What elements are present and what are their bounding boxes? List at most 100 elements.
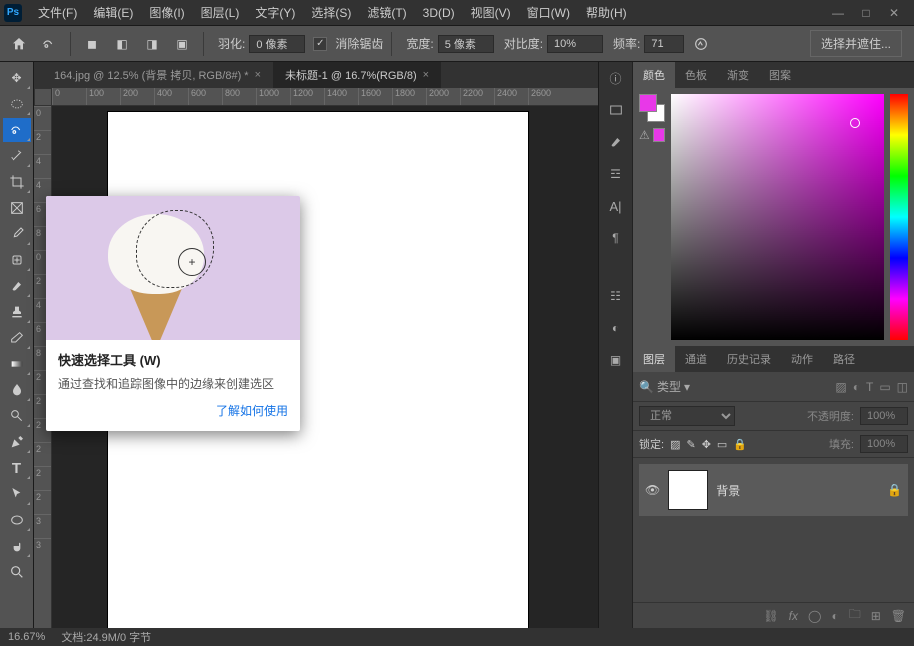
minimize-button[interactable]: —	[830, 5, 846, 21]
quick-select-tool[interactable]	[3, 118, 31, 142]
tooltip-learn-link[interactable]: 了解如何使用	[58, 402, 288, 419]
document-tab[interactable]: 164.jpg @ 12.5% (背景 拷贝, RGB/8#) *×	[42, 62, 273, 88]
menu-图像[interactable]: 图像(I)	[141, 2, 192, 24]
filter-shape-icon[interactable]: ▭	[879, 380, 890, 394]
dodge-tool[interactable]	[3, 404, 31, 428]
fx-icon[interactable]: fx	[789, 609, 798, 623]
menu-文字[interactable]: 文字(Y)	[247, 2, 303, 24]
libraries-panel-icon[interactable]	[606, 100, 626, 120]
magic-wand-tool[interactable]	[3, 144, 31, 168]
blend-mode-select[interactable]: 正常	[639, 406, 735, 426]
eraser-tool[interactable]	[3, 326, 31, 350]
select-and-mask-button[interactable]: 选择并遮住...	[810, 30, 902, 57]
tab-close-icon[interactable]: ×	[255, 69, 261, 81]
pen-pressure-icon[interactable]	[688, 31, 714, 57]
hand-tool[interactable]	[3, 534, 31, 558]
menu-选择[interactable]: 选择(S)	[303, 2, 359, 24]
opacity-input[interactable]	[860, 407, 908, 425]
contrast-input[interactable]	[547, 35, 603, 53]
horizontal-ruler[interactable]: 0100200400600800100012001400160018002000…	[52, 88, 598, 106]
lock-all-icon[interactable]: 🔒	[733, 438, 747, 451]
layer-row[interactable]: 👁 背景 🔒	[639, 464, 908, 516]
antialias-checkbox[interactable]	[313, 37, 327, 51]
close-button[interactable]: ✕	[886, 5, 902, 21]
hue-slider[interactable]	[890, 94, 908, 340]
styles-panel-icon[interactable]: ◐	[606, 318, 626, 338]
heal-tool[interactable]	[3, 248, 31, 272]
filter-adjust-icon[interactable]: ◐	[853, 380, 860, 394]
panel-tab-通道[interactable]: 通道	[675, 346, 717, 372]
fg-bg-swatch[interactable]	[639, 94, 665, 122]
zoom-tool[interactable]	[3, 560, 31, 584]
menu-视图[interactable]: 视图(V)	[463, 2, 519, 24]
gamut-warning-icon[interactable]: ⚠	[639, 128, 650, 142]
doc-info[interactable]: 文档:24.9M/0 字节	[61, 629, 151, 645]
panel-tab-图案[interactable]: 图案	[759, 62, 801, 88]
lock-pixels-icon[interactable]: ✎	[686, 438, 695, 451]
paragraph-panel-icon[interactable]: ¶	[606, 228, 626, 248]
delete-layer-icon[interactable]: 🗑	[891, 609, 906, 623]
stamp-tool[interactable]	[3, 300, 31, 324]
new-selection-icon[interactable]: ◼	[79, 31, 105, 57]
panel-tab-动作[interactable]: 动作	[781, 346, 823, 372]
mask-icon[interactable]: ◯	[808, 609, 821, 623]
blur-tool[interactable]	[3, 378, 31, 402]
freq-input[interactable]	[644, 35, 684, 53]
character-panel-icon[interactable]: A|	[606, 196, 626, 216]
home-button[interactable]	[6, 31, 32, 57]
panel-tab-渐变[interactable]: 渐变	[717, 62, 759, 88]
layer-filter[interactable]: 🔍 类型 ▾	[639, 378, 729, 395]
panel-tab-颜色[interactable]: 颜色	[633, 62, 675, 88]
filter-pixel-icon[interactable]: ▨	[835, 380, 846, 394]
panel-tab-色板[interactable]: 色板	[675, 62, 717, 88]
maximize-button[interactable]: □	[858, 5, 874, 21]
type-tool[interactable]: T	[3, 456, 31, 480]
pen-tool[interactable]	[3, 430, 31, 454]
visibility-toggle[interactable]: 👁	[645, 483, 660, 497]
panel-tab-图层[interactable]: 图层	[633, 346, 675, 372]
new-layer-icon[interactable]: ⊞	[871, 609, 881, 623]
shape-tool[interactable]	[3, 508, 31, 532]
lock-artboard-icon[interactable]: ▭	[717, 438, 727, 451]
move-tool[interactable]: ✥	[3, 66, 31, 90]
marquee-tool[interactable]	[3, 92, 31, 116]
adjustment-layer-icon[interactable]: ◐	[831, 609, 838, 623]
document-tab[interactable]: 未标题-1 @ 16.7%(RGB/8)×	[273, 62, 441, 88]
lock-position-icon[interactable]: ✥	[702, 438, 711, 451]
group-icon[interactable]: 🗀	[849, 605, 861, 626]
add-selection-icon[interactable]: ◧	[109, 31, 135, 57]
link-layers-icon[interactable]: ⛓	[763, 609, 778, 623]
layer-thumbnail[interactable]	[668, 470, 708, 510]
crop-tool[interactable]	[3, 170, 31, 194]
filter-type-icon[interactable]: T	[866, 380, 873, 394]
fill-input[interactable]	[860, 435, 908, 453]
tab-close-icon[interactable]: ×	[423, 69, 429, 81]
menu-窗口[interactable]: 窗口(W)	[519, 2, 578, 24]
width-input[interactable]	[438, 35, 494, 53]
gradient-tool[interactable]	[3, 352, 31, 376]
menu-3D[interactable]: 3D(D)	[415, 2, 463, 24]
color-picker[interactable]	[671, 94, 884, 340]
menu-编辑[interactable]: 编辑(E)	[85, 2, 141, 24]
adjustments-panel-icon[interactable]: ☲	[606, 164, 626, 184]
brush-tool[interactable]	[3, 274, 31, 298]
zoom-readout[interactable]: 16.67%	[8, 631, 45, 643]
menu-滤镜[interactable]: 滤镜(T)	[359, 2, 414, 24]
path-select-tool[interactable]	[3, 482, 31, 506]
subtract-selection-icon[interactable]: ◨	[139, 31, 165, 57]
filter-smart-icon[interactable]: ◫	[897, 380, 908, 394]
menu-图层[interactable]: 图层(L)	[193, 2, 248, 24]
learn-panel-icon[interactable]: ⓘ	[606, 68, 626, 88]
feather-input[interactable]	[249, 35, 305, 53]
menu-文件[interactable]: 文件(F)	[30, 2, 85, 24]
layer-name[interactable]: 背景	[716, 482, 740, 499]
frame-tool[interactable]	[3, 196, 31, 220]
menu-帮助[interactable]: 帮助(H)	[578, 2, 635, 24]
panel-tab-历史记录[interactable]: 历史记录	[717, 346, 781, 372]
brushes-panel-icon[interactable]	[606, 132, 626, 152]
eyedropper-tool[interactable]	[3, 222, 31, 246]
panel-tab-路径[interactable]: 路径	[823, 346, 865, 372]
intersect-selection-icon[interactable]: ▣	[169, 31, 195, 57]
lock-transparent-icon[interactable]: ▨	[670, 438, 680, 451]
ruler-origin[interactable]	[34, 88, 52, 106]
